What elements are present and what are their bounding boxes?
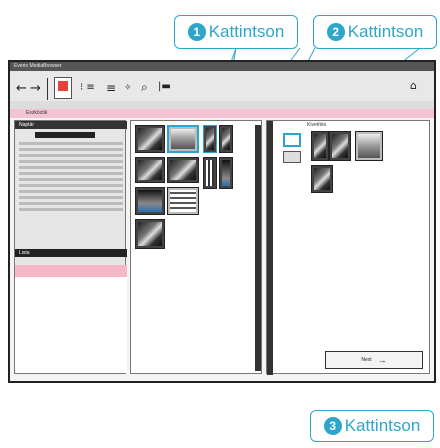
calendar-header: Naptár (15, 121, 127, 129)
thumbnail[interactable] (167, 187, 199, 215)
thumbnail[interactable] (219, 157, 233, 189)
next-button-label: Next (361, 357, 372, 363)
preview-thumbnail[interactable] (329, 131, 351, 161)
arrow-left-icon[interactable]: ← (16, 82, 27, 96)
ribbon-toolbar: ← → ⁝ ≡ ≡ ✧ ⌕ |▬ ⌂ (10, 71, 434, 109)
sort-icon[interactable]: ≡ (106, 81, 116, 95)
thumbnail[interactable] (135, 125, 165, 153)
star-icon[interactable]: ✧ (124, 81, 132, 95)
callout-2-number: 2 (326, 23, 345, 41)
preview-thumbnail[interactable] (311, 165, 333, 193)
right-panel: Kivetítés Next → (266, 120, 430, 375)
thumbnail[interactable] (203, 157, 217, 189)
menu-icon[interactable]: |▬ (158, 80, 171, 94)
window-title: Everio MediaBrowser (10, 62, 434, 71)
arrow-right-icon[interactable]: → (30, 82, 41, 96)
calendar-grid[interactable] (15, 139, 127, 239)
toolbar-separator (47, 78, 48, 100)
pink-info-bar: Eszközök (10, 109, 434, 118)
pink-tab-label: Eszközök (26, 110, 48, 116)
thumbnail[interactable] (135, 157, 165, 183)
list-view-icon[interactable]: ⁝ ≡ (80, 81, 95, 95)
list-area (15, 277, 127, 373)
next-button[interactable]: Next → (325, 351, 423, 369)
callout-3: 3 Kattintson (310, 410, 434, 442)
home-icon[interactable]: ⌂ (410, 79, 417, 93)
status-strip (10, 101, 434, 109)
thumbnail-panel (130, 120, 262, 374)
left-panel: Naptár Lista (14, 120, 127, 374)
list-selected-item[interactable] (15, 265, 127, 277)
thumbnail-selected[interactable] (167, 125, 199, 153)
preview-thumbnail[interactable] (311, 131, 329, 161)
thumbnail[interactable] (167, 157, 199, 183)
callout-1-number: 1 (187, 23, 206, 41)
thumbnail[interactable] (219, 125, 233, 153)
calendar-month-bar[interactable] (35, 132, 95, 138)
scroll-divider[interactable] (255, 125, 261, 371)
arrow-right-icon: → (377, 355, 387, 365)
preview-thumbnail[interactable] (355, 131, 383, 161)
callout-1-label: Kattintson (208, 22, 285, 41)
list-header: Lista (15, 249, 127, 257)
thumbnail-selected[interactable] (203, 125, 217, 153)
callout-2-label: Kattintson (347, 22, 424, 41)
right-divider (267, 121, 273, 375)
callout-3-number: 3 (323, 417, 342, 435)
thumbnail[interactable] (135, 187, 165, 215)
preview-slot-selected[interactable] (283, 133, 301, 147)
callout-1: 1 Kattintson (174, 15, 298, 49)
preview-slot[interactable] (283, 151, 301, 163)
search-icon[interactable]: ⌕ (141, 80, 148, 94)
callout-3-label: Kattintson (344, 416, 421, 435)
callout-2: 2 Kattintson (313, 15, 437, 49)
calendar-view-button[interactable] (54, 77, 72, 99)
app-window: Everio MediaBrowser ← → ⁝ ≡ ≡ ✧ ⌕ |▬ ⌂ E… (8, 60, 436, 383)
right-panel-header: Kivetítés (307, 121, 377, 129)
thumbnail[interactable] (135, 219, 165, 249)
